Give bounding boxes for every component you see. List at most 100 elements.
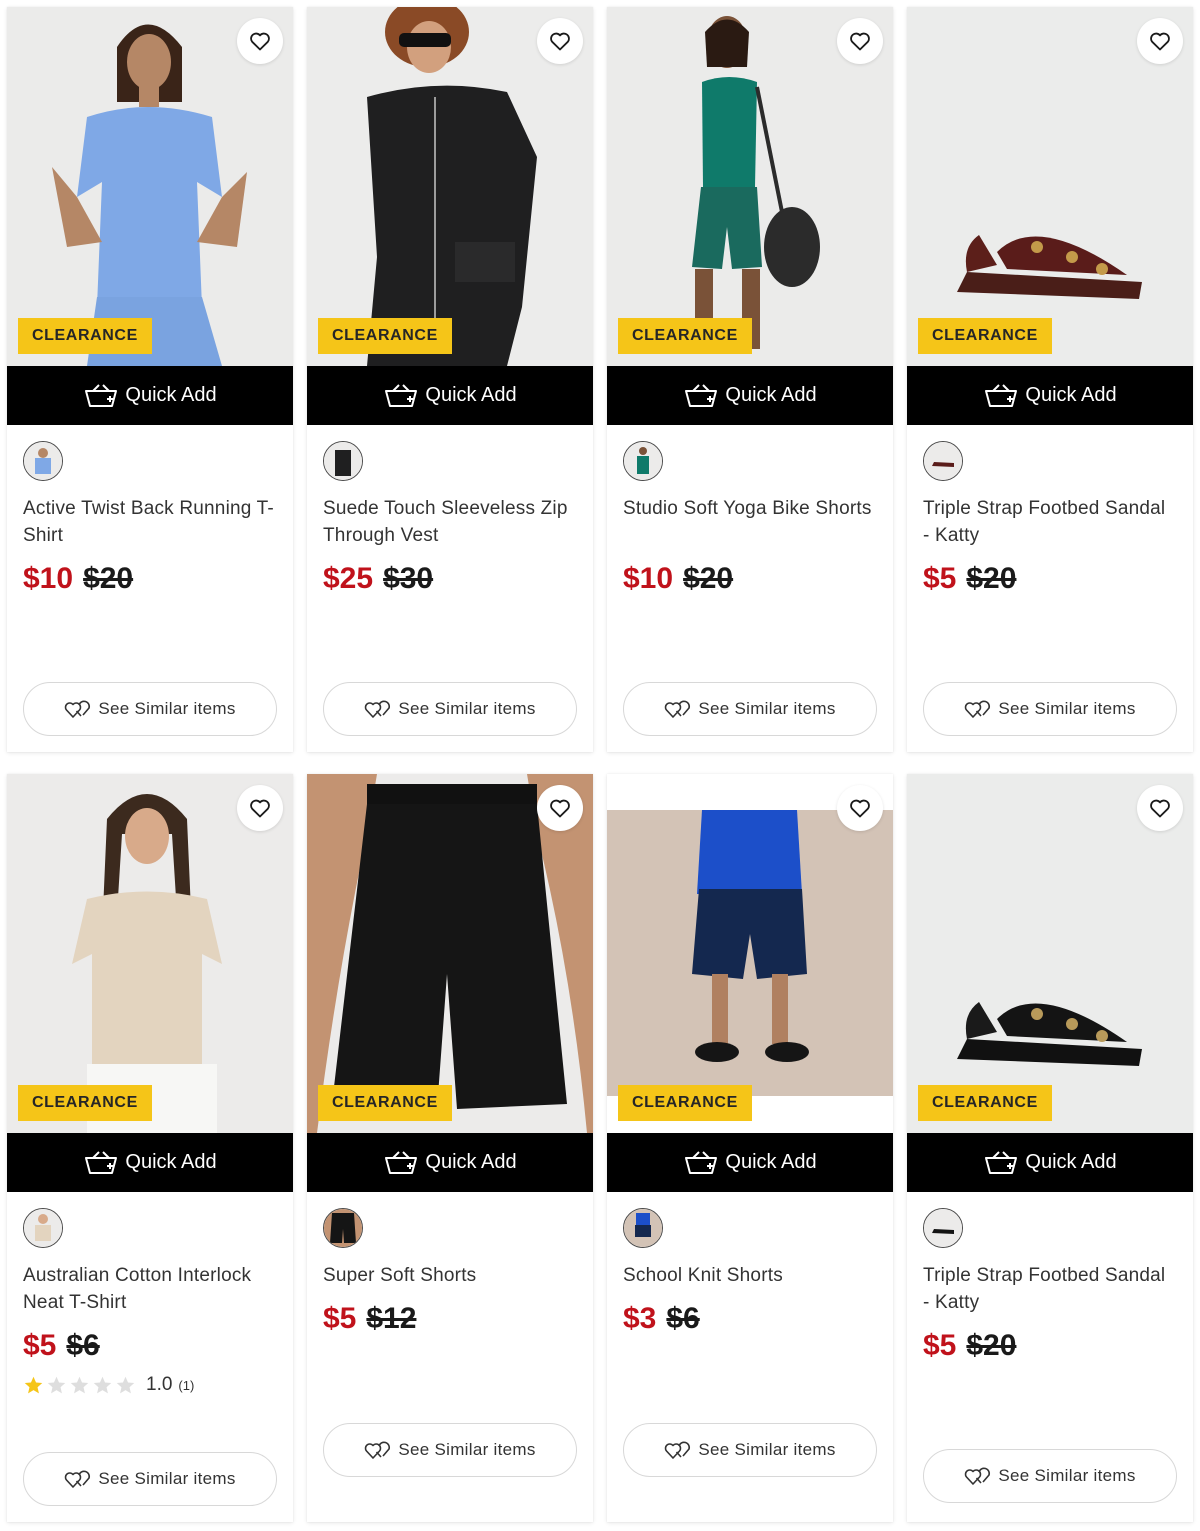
- hearts-icon: [364, 1439, 392, 1461]
- product-title[interactable]: Studio Soft Yoga Bike Shorts: [623, 495, 877, 549]
- sale-price: $3: [623, 1302, 657, 1335]
- color-swatch[interactable]: [623, 441, 663, 481]
- product-title[interactable]: School Knit Shorts: [623, 1262, 877, 1289]
- quick-add-button[interactable]: Quick Add: [907, 366, 1193, 425]
- product-title[interactable]: Super Soft Shorts: [323, 1262, 577, 1289]
- product-image[interactable]: CLEARANCE: [907, 7, 1193, 366]
- product-image[interactable]: CLEARANCE: [307, 7, 593, 366]
- wishlist-heart-button[interactable]: [537, 18, 583, 64]
- wishlist-heart-button[interactable]: [537, 785, 583, 831]
- see-similar-button[interactable]: See Similar items: [323, 682, 577, 736]
- hearts-icon: [964, 698, 992, 720]
- product-card[interactable]: CLEARANCE Quick Add Studio Soft Yoga Bik…: [607, 7, 893, 752]
- see-similar-button[interactable]: See Similar items: [23, 682, 277, 736]
- product-image[interactable]: CLEARANCE: [607, 7, 893, 366]
- swatch-thumbnail: [24, 1209, 62, 1247]
- quick-add-label: Quick Add: [125, 384, 217, 406]
- product-title[interactable]: Suede Touch Sleeveless Zip Through Vest: [323, 495, 577, 549]
- sale-price: $10: [623, 562, 674, 595]
- swatch-thumbnail: [24, 442, 62, 480]
- original-price: $20: [83, 562, 134, 595]
- wishlist-heart-button[interactable]: [1137, 785, 1183, 831]
- quick-add-button[interactable]: Quick Add: [307, 366, 593, 425]
- color-swatch[interactable]: [323, 1208, 363, 1248]
- star-filled-icon: [23, 1375, 44, 1396]
- product-title[interactable]: Active Twist Back Running T-Shirt: [23, 495, 277, 549]
- wishlist-heart-button[interactable]: [837, 785, 883, 831]
- quick-add-button[interactable]: Quick Add: [907, 1133, 1193, 1192]
- product-card[interactable]: CLEARANCE Quick Add Super Soft Shorts $5…: [307, 774, 593, 1522]
- product-card[interactable]: CLEARANCE Quick Add Triple Strap Footbed…: [907, 7, 1193, 752]
- wishlist-heart-button[interactable]: [1137, 18, 1183, 64]
- product-title[interactable]: Triple Strap Footbed Sandal - Katty: [923, 495, 1177, 549]
- product-image[interactable]: CLEARANCE: [607, 774, 893, 1133]
- quick-add-button[interactable]: Quick Add: [607, 1133, 893, 1192]
- rating-count[interactable]: (1): [178, 1378, 194, 1393]
- product-image[interactable]: CLEARANCE: [7, 774, 293, 1133]
- see-similar-button[interactable]: See Similar items: [623, 1423, 877, 1477]
- see-similar-label: See Similar items: [398, 1440, 536, 1459]
- product-title[interactable]: Triple Strap Footbed Sandal - Katty: [923, 1262, 1177, 1316]
- see-similar-button[interactable]: See Similar items: [323, 1423, 577, 1477]
- product-card[interactable]: CLEARANCE Quick Add Australian Cotton In…: [7, 774, 293, 1522]
- sale-price: $10: [23, 562, 74, 595]
- original-price: $6: [666, 1302, 700, 1335]
- quick-add-label: Quick Add: [425, 1151, 517, 1173]
- color-swatch[interactable]: [923, 1208, 963, 1248]
- quick-add-label: Quick Add: [725, 384, 817, 406]
- color-swatch[interactable]: [923, 441, 963, 481]
- heart-icon: [1148, 29, 1172, 53]
- rating: 1.0 (1): [23, 1374, 277, 1396]
- quick-add-label: Quick Add: [1025, 384, 1117, 406]
- star-empty-icon: [115, 1375, 136, 1396]
- original-price: $20: [966, 1329, 1017, 1362]
- quick-add-button[interactable]: Quick Add: [307, 1133, 593, 1192]
- price: $10 $20: [623, 559, 877, 599]
- color-swatch[interactable]: [323, 441, 363, 481]
- see-similar-button[interactable]: See Similar items: [23, 1452, 277, 1506]
- basket-icon: [683, 1150, 719, 1176]
- heart-icon: [848, 29, 872, 53]
- product-card[interactable]: CLEARANCE Quick Add Suede Touch Sleevele…: [307, 7, 593, 752]
- see-similar-label: See Similar items: [98, 699, 236, 718]
- swatch-thumbnail: [624, 442, 662, 480]
- quick-add-button[interactable]: Quick Add: [7, 1133, 293, 1192]
- heart-icon: [248, 29, 272, 53]
- wishlist-heart-button[interactable]: [837, 18, 883, 64]
- product-title[interactable]: Australian Cotton Interlock Neat T-Shirt: [23, 1262, 277, 1316]
- clearance-badge: CLEARANCE: [918, 1085, 1052, 1121]
- price: $5 $12: [323, 1299, 577, 1339]
- see-similar-button[interactable]: See Similar items: [923, 1449, 1177, 1503]
- original-price: $20: [683, 562, 734, 595]
- product-card[interactable]: CLEARANCE Quick Add Triple Strap Footbed…: [907, 774, 1193, 1522]
- see-similar-label: See Similar items: [98, 1469, 236, 1488]
- price: $3 $6: [623, 1299, 877, 1339]
- price: $10 $20: [23, 559, 277, 599]
- product-card[interactable]: CLEARANCE Quick Add Active Twist Back Ru…: [7, 7, 293, 752]
- basket-icon: [983, 1150, 1019, 1176]
- clearance-badge: CLEARANCE: [318, 1085, 452, 1121]
- swatch-thumbnail: [924, 1209, 962, 1247]
- wishlist-heart-button[interactable]: [237, 18, 283, 64]
- see-similar-label: See Similar items: [698, 1440, 836, 1459]
- quick-add-button[interactable]: Quick Add: [607, 366, 893, 425]
- color-swatch[interactable]: [623, 1208, 663, 1248]
- wishlist-heart-button[interactable]: [237, 785, 283, 831]
- see-similar-button[interactable]: See Similar items: [923, 682, 1177, 736]
- see-similar-button[interactable]: See Similar items: [623, 682, 877, 736]
- original-price: $12: [366, 1302, 417, 1335]
- sale-price: $5: [923, 1329, 957, 1362]
- product-card[interactable]: CLEARANCE Quick Add School Knit Shorts $…: [607, 774, 893, 1522]
- quick-add-label: Quick Add: [725, 1151, 817, 1173]
- swatch-thumbnail: [324, 442, 362, 480]
- hearts-icon: [364, 698, 392, 720]
- product-image[interactable]: CLEARANCE: [7, 7, 293, 366]
- quick-add-label: Quick Add: [125, 1151, 217, 1173]
- color-swatch[interactable]: [23, 441, 63, 481]
- product-image[interactable]: CLEARANCE: [307, 774, 593, 1133]
- color-swatch[interactable]: [23, 1208, 63, 1248]
- rating-value: 1.0: [146, 1374, 173, 1395]
- product-image[interactable]: CLEARANCE: [907, 774, 1193, 1133]
- quick-add-button[interactable]: Quick Add: [7, 366, 293, 425]
- basket-icon: [983, 383, 1019, 409]
